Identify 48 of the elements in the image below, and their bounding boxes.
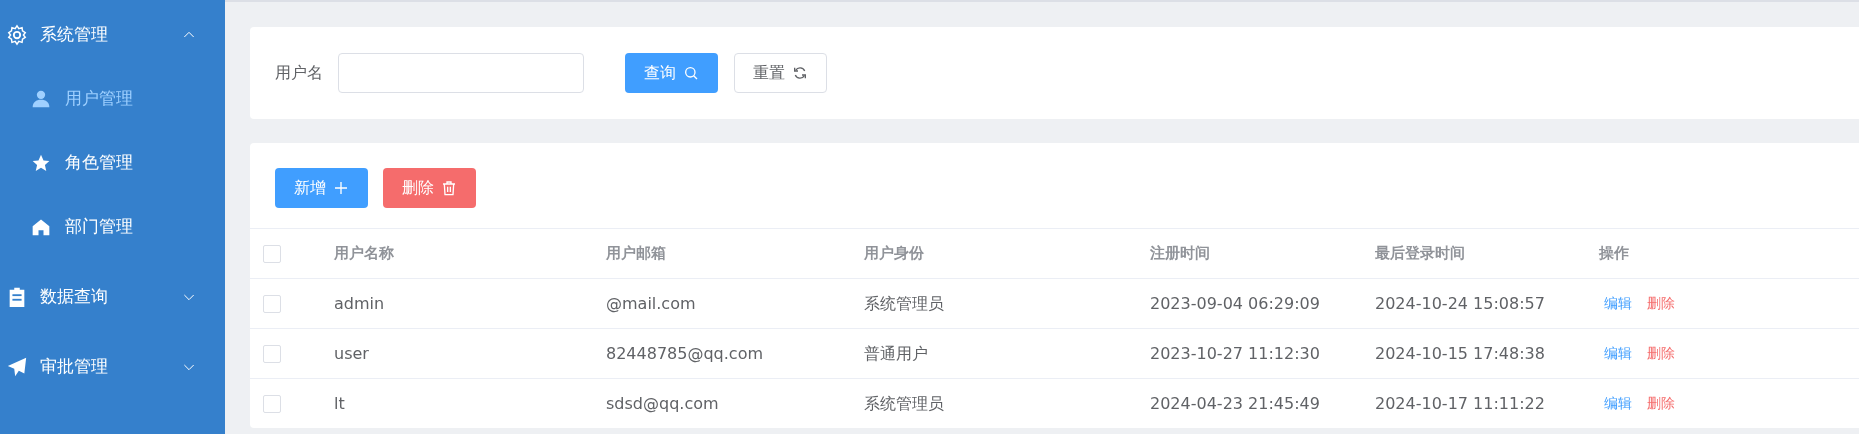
column-header: 用户邮箱 bbox=[606, 243, 666, 265]
delete-link[interactable]: 删除 bbox=[1642, 293, 1685, 314]
table-cell-text: 2024-10-15 17:48:38 bbox=[1375, 342, 1545, 365]
table-cell-text: lt bbox=[334, 392, 345, 415]
reset-button[interactable]: 重置 bbox=[734, 53, 827, 93]
table-cell-text: 2023-10-27 11:12:30 bbox=[1150, 342, 1320, 365]
table-cell-text: admin bbox=[334, 292, 385, 315]
search-button[interactable]: 查询 bbox=[625, 53, 718, 93]
table-cell-text: 82448785@qq.com bbox=[606, 342, 763, 365]
checkbox[interactable] bbox=[263, 394, 281, 413]
checkbox[interactable] bbox=[263, 344, 281, 363]
checkbox[interactable] bbox=[263, 244, 281, 263]
gear-icon bbox=[6, 24, 28, 46]
table-cell-text: 普通用户 bbox=[864, 342, 928, 365]
column-header: 注册时间 bbox=[1150, 243, 1210, 265]
delete-button[interactable]: 删除 bbox=[383, 168, 476, 208]
checkbox[interactable] bbox=[263, 294, 281, 313]
table-cell-text: 2024-04-23 21:45:49 bbox=[1150, 392, 1320, 415]
home-icon bbox=[31, 217, 51, 237]
table-cell-text: user bbox=[334, 342, 369, 365]
edit-link[interactable]: 编辑 bbox=[1599, 343, 1642, 364]
search-icon bbox=[683, 65, 699, 81]
column-header: 用户名称 bbox=[334, 243, 394, 265]
paper-plane-icon bbox=[6, 356, 28, 378]
column-header: 操作 bbox=[1599, 243, 1629, 265]
edit-link[interactable]: 编辑 bbox=[1599, 393, 1642, 414]
table-cell-text: 系统管理员 bbox=[864, 292, 944, 315]
input-field[interactable] bbox=[338, 53, 584, 93]
table-cell-text: 2024-10-17 11:11:22 bbox=[1375, 392, 1545, 415]
plus-icon bbox=[333, 180, 349, 196]
table-cell-text: sdsd@qq.com bbox=[606, 392, 719, 415]
user-icon bbox=[31, 89, 51, 109]
column-header: 用户身份 bbox=[864, 243, 924, 265]
table-cell-text: 2023-09-04 06:29:09 bbox=[1150, 292, 1320, 315]
star-icon bbox=[31, 153, 51, 173]
edit-link[interactable]: 编辑 bbox=[1599, 293, 1642, 314]
sidebar-item[interactable]: 审批管理 bbox=[0, 332, 225, 402]
refresh-icon bbox=[792, 65, 808, 81]
field-label: 用户名 bbox=[275, 62, 323, 84]
delete-link[interactable]: 删除 bbox=[1642, 343, 1685, 364]
trash-icon bbox=[441, 180, 457, 196]
table-cell-text: 系统管理员 bbox=[864, 392, 944, 415]
add-button[interactable]: 新增 bbox=[275, 168, 368, 208]
table-cell-text: 2024-10-24 15:08:57 bbox=[1375, 292, 1545, 315]
column-header: 最后登录时间 bbox=[1375, 243, 1465, 265]
table-cell-text: @mail.com bbox=[606, 292, 696, 315]
delete-link[interactable]: 删除 bbox=[1642, 393, 1685, 414]
sidebar-item[interactable]: 数据查询 bbox=[0, 262, 225, 332]
